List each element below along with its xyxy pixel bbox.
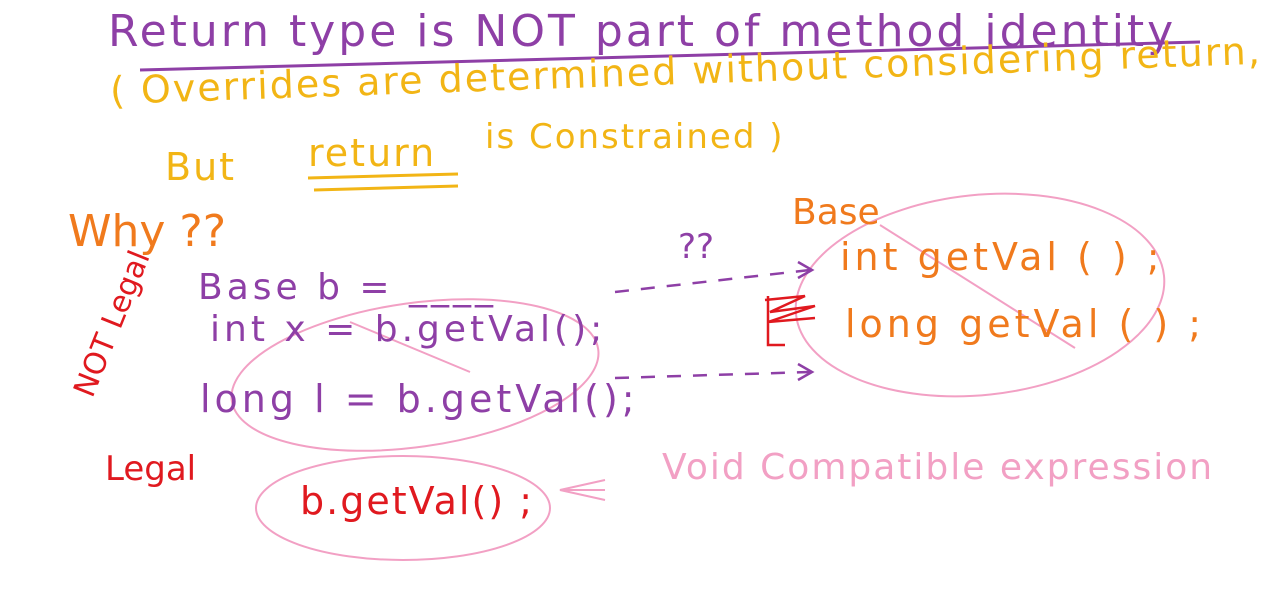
legal-label: Legal (105, 449, 197, 489)
void-expression-label: Void Compatible expression (662, 447, 1215, 488)
whiteboard: Return type is NOT part of method identi… (0, 0, 1268, 590)
note-line-2-suffix: is Constrained ) (485, 117, 785, 157)
void-arrow (559, 479, 606, 501)
return-underline-2 (313, 184, 459, 192)
why-text: Why ?? (68, 206, 227, 257)
base-method-int: int getVal ( ) ; (840, 235, 1164, 279)
code-decl: Base b = ____ (198, 267, 498, 308)
arrow-long (614, 370, 811, 380)
code-line-int: int x = b.getVal(); (210, 309, 607, 350)
arrow-int (614, 268, 811, 294)
note-line-2-word: return (308, 131, 437, 175)
code-line-long: long l = b.getVal(); (200, 377, 639, 421)
note-line-2-prefix: But (165, 145, 237, 189)
base-title: Base (792, 192, 880, 233)
code-call: b.getVal() ; (300, 479, 535, 523)
base-method-long: long getVal ( ) ; (845, 302, 1206, 346)
code-question: ?? (678, 227, 715, 267)
scribble (764, 294, 816, 347)
